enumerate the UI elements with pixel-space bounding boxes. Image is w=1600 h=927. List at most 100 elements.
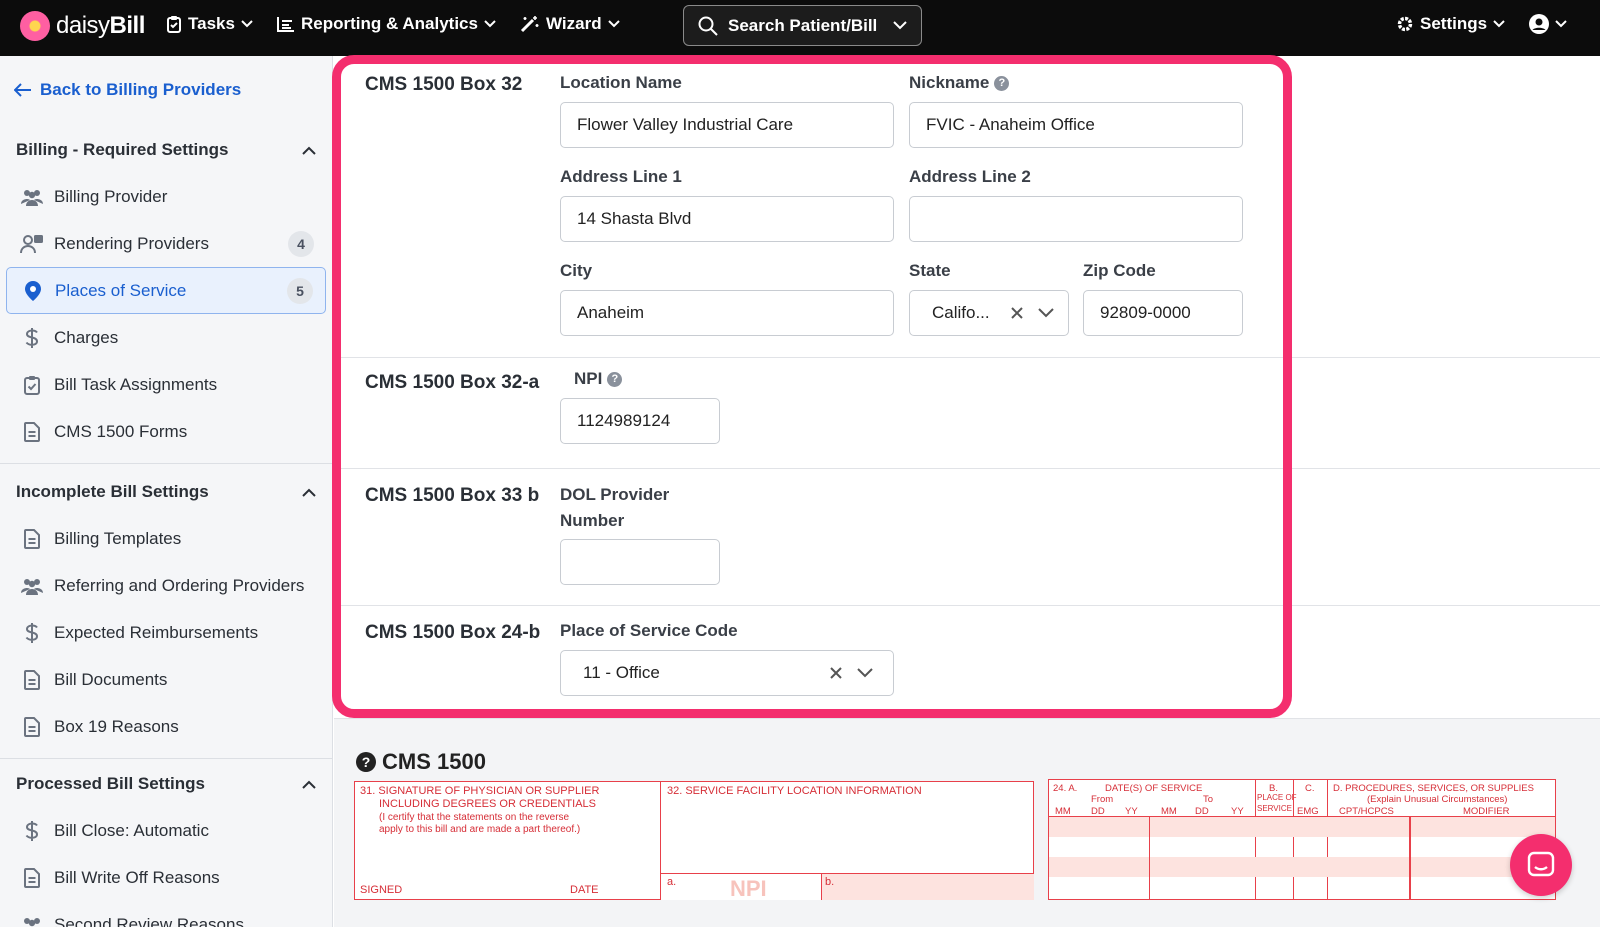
nav-wizard[interactable]: Wizard <box>520 14 620 34</box>
location-name-input[interactable]: Flower Valley Industrial Care <box>560 102 894 148</box>
sidebar-item-cms-1500-forms[interactable]: CMS 1500 Forms <box>6 408 326 455</box>
nav-settings[interactable]: Settings <box>1396 14 1505 34</box>
sidebar-item-billing-templates[interactable]: Billing Templates <box>6 515 326 562</box>
pos-code-label: Place of Service Code <box>560 621 738 640</box>
sidebar-section-billing-required: Billing - Required Settings Billing Prov… <box>0 127 332 464</box>
box32-title: CMS 1500 Box 32 <box>365 74 523 95</box>
nav-reporting-label: Reporting & Analytics <box>301 14 478 33</box>
sidebar-item-referring-ordering-providers[interactable]: Referring and Ordering Providers <box>6 562 326 609</box>
section-header[interactable]: Processed Bill Settings <box>0 761 332 807</box>
nav-wizard-label: Wizard <box>546 14 602 33</box>
sidebar-item-second-review-reasons[interactable]: Second Review Reasons <box>6 901 326 927</box>
section-header[interactable]: Incomplete Bill Settings <box>0 469 332 515</box>
chat-support-button[interactable] <box>1510 834 1572 896</box>
gear-icon <box>1397 16 1413 32</box>
box33b-row: CMS 1500 Box 33 b DOL Provider Number <box>334 469 1600 606</box>
main-content: CMS 1500 Box 32 Location Name Flower Val… <box>334 56 1600 927</box>
user-menu[interactable] <box>1529 14 1567 34</box>
help-icon[interactable]: ? <box>994 75 1010 91</box>
box32-row: CMS 1500 Box 32 Location Name Flower Val… <box>334 56 1600 358</box>
dol-provider-number-label: DOL Provider Number <box>560 485 670 530</box>
box33b-title: CMS 1500 Box 33 b <box>365 485 540 506</box>
box32-npi-watermark: NPI <box>730 876 767 901</box>
arrow-left-icon <box>14 83 31 97</box>
users-icon <box>20 577 44 595</box>
provider-icon <box>20 234 44 254</box>
state-value: Califo... <box>932 303 990 322</box>
box24-place2: SERVICE <box>1257 804 1292 813</box>
sidebar-item-places-of-service[interactable]: Places of Service 5 <box>6 267 326 314</box>
dollar-icon <box>20 622 44 644</box>
state-select[interactable]: Califo... <box>909 290 1069 336</box>
nav-tasks[interactable]: Tasks <box>166 14 253 34</box>
nickname-input[interactable]: FVIC - Anaheim Office <box>909 102 1243 148</box>
users-icon <box>20 188 44 206</box>
daisybill-logo[interactable]: daisyBill <box>20 11 145 41</box>
sidebar-item-bill-documents[interactable]: Bill Documents <box>6 656 326 703</box>
sidebar-item-charges[interactable]: Charges <box>6 314 326 361</box>
chevron-up-icon <box>302 146 316 155</box>
chevron-down-icon <box>484 20 496 28</box>
box24-place1: PLACE OF <box>1257 793 1297 802</box>
dollar-icon <box>20 820 44 842</box>
sidebar-item-bill-write-off-reasons[interactable]: Bill Write Off Reasons <box>6 854 326 901</box>
clipboard-icon <box>167 16 181 33</box>
clear-icon[interactable] <box>1010 306 1024 320</box>
box32a-row: CMS 1500 Box 32-a NPI? 1124989124 <box>334 358 1600 469</box>
chevron-down-icon[interactable] <box>1038 308 1054 318</box>
section-header[interactable]: Billing - Required Settings <box>0 127 332 173</box>
sidebar-item-bill-task-assignments[interactable]: Bill Task Assignments <box>6 361 326 408</box>
search-patient-bill[interactable]: Search Patient/Bill <box>683 5 922 46</box>
location-name-label: Location Name <box>560 73 682 92</box>
help-icon[interactable]: ? <box>607 371 623 387</box>
chevron-down-icon[interactable] <box>857 668 873 678</box>
sidebar-item-box-19-reasons[interactable]: Box 19 Reasons <box>6 703 326 750</box>
nav-settings-label: Settings <box>1420 14 1488 33</box>
dol-provider-number-input[interactable] <box>560 539 720 585</box>
document-icon <box>20 528 44 549</box>
place-of-service-code-select[interactable]: 11 - Office <box>560 650 894 696</box>
back-to-billing-providers-link[interactable]: Back to Billing Providers <box>14 80 241 100</box>
box31-date: DATE <box>570 884 599 896</box>
zip-input[interactable]: 92809-0000 <box>1083 290 1243 336</box>
npi-input[interactable]: 1124989124 <box>560 398 720 444</box>
sidebar-section-processed-bill: Processed Bill Settings Bill Close: Auto… <box>0 761 332 927</box>
chevron-up-icon <box>302 488 316 497</box>
box31-line2: INCLUDING DEGREES OR CREDENTIALS <box>379 798 596 810</box>
state-label: State <box>909 261 951 280</box>
sidebar-item-billing-provider[interactable]: Billing Provider <box>6 173 326 220</box>
search-label: Search Patient/Bill <box>728 15 878 35</box>
sidebar-item-expected-reimbursements[interactable]: Expected Reimbursements <box>6 609 326 656</box>
box31-line4: apply to this bill and are made a part t… <box>379 824 581 835</box>
document-icon <box>20 867 44 888</box>
nickname-label: Nickname? <box>909 70 1010 96</box>
help-icon[interactable]: ? <box>356 752 376 772</box>
sidebar-item-bill-close-automatic[interactable]: Bill Close: Automatic <box>6 807 326 854</box>
city-input[interactable]: Anaheim <box>560 290 894 336</box>
sidebar-item-rendering-providers[interactable]: Rendering Providers 4 <box>6 220 326 267</box>
address2-input[interactable] <box>909 196 1243 242</box>
clear-icon[interactable] <box>829 666 843 680</box>
logo-text-bold: Bill <box>109 12 146 39</box>
search-icon <box>698 16 718 36</box>
box24-dates: DATE(S) OF SERVICE <box>1105 783 1203 794</box>
chevron-up-icon <box>302 780 316 789</box>
box31-signed: SIGNED <box>360 884 403 896</box>
logo-text-light: daisy <box>56 12 110 39</box>
pos-code-value: 11 - Office <box>583 663 660 682</box>
box24-c: C. <box>1305 783 1315 794</box>
address1-input[interactable]: 14 Shasta Blvd <box>560 196 894 242</box>
document-icon <box>20 716 44 737</box>
box32a-title: CMS 1500 Box 32-a <box>365 372 540 393</box>
address2-label: Address Line 2 <box>909 167 1031 186</box>
chevron-down-icon <box>1493 20 1505 28</box>
chevron-down-icon <box>607 20 620 28</box>
nav-reporting[interactable]: Reporting & Analytics <box>277 14 496 34</box>
report-icon <box>277 17 294 32</box>
clipboard-icon <box>20 375 44 395</box>
location-pin-icon <box>21 280 45 301</box>
users-icon <box>20 916 44 927</box>
document-icon <box>20 669 44 690</box>
document-icon <box>20 421 44 442</box>
zip-label: Zip Code <box>1083 261 1156 280</box>
